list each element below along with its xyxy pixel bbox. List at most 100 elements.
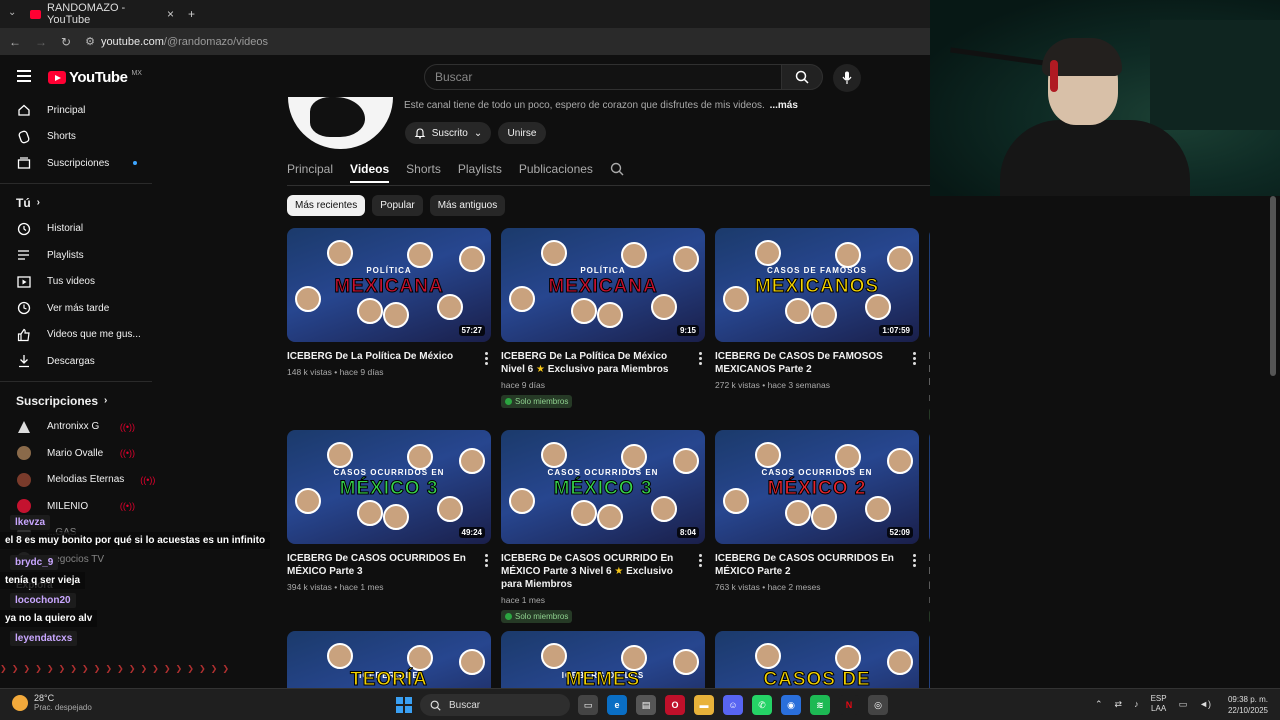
display-icon[interactable]: ▭ [1179,699,1188,710]
tab-publicaciones[interactable]: Publicaciones [519,157,593,183]
chip-popular[interactable]: Popular [372,195,423,216]
sidebar-channel-mario-ovalle[interactable]: Mario Ovalle ((•)) [0,440,155,467]
tab-videos[interactable]: Videos [350,157,390,183]
sidebar-you-heading[interactable]: Tú › [0,190,155,216]
store-icon[interactable]: ▤ [636,695,656,715]
more-actions-icon[interactable] [697,352,703,365]
tab-shorts[interactable]: Shorts [406,157,441,183]
taskbar-clock[interactable]: 09:38 p. m. 22/10/2025 [1224,694,1268,716]
discord-icon[interactable]: ☺ [723,695,743,715]
video-thumbnail[interactable]: POLÍTICA MEXICANA 9:15 [501,228,705,342]
sidebar-item-label: Shorts [47,131,76,143]
description-more-link[interactable]: ...más [770,100,798,111]
voice-search-button[interactable] [833,64,861,92]
thumbnail-face [541,240,567,266]
video-thumbnail[interactable]: CASOS OCURRIDOS EN MÉXICO 2 52:09 [715,430,919,544]
video-title-suffix: Exclusivo para Miembros [547,364,669,375]
video-card[interactable]: POLÍTICA MEXICANA 9:15 ICEBERG De La Políti… [501,228,705,410]
reload-icon[interactable]: ↻ [61,35,71,49]
more-actions-icon[interactable] [697,554,703,567]
whatsapp-icon[interactable]: ✆ [752,695,772,715]
more-actions-icon[interactable] [911,352,917,365]
video-title[interactable]: ICEBERG De La Política De México Nivel 6… [501,350,685,376]
tab-close-icon[interactable]: × [167,7,174,21]
taskbar-search[interactable]: Buscar [420,694,570,716]
spotify-icon[interactable]: ≋ [810,695,830,715]
youtube-logo[interactable]: YouTube MX [48,69,142,86]
sidebar-item-downloads[interactable]: Descargas [0,348,155,375]
video-thumbnail[interactable]: POLÍTICA MEXICANA 57:27 [287,228,491,342]
channel-avatar[interactable] [288,97,393,149]
new-tab-button[interactable]: + [188,7,195,21]
chevron-down-icon: ⌄ [473,127,483,139]
playlists-icon [17,248,31,262]
sidebar-item-your-videos[interactable]: Tus videos [0,269,155,296]
video-thumbnail[interactable]: CASOS DE FAMOSOS MEXICANOS 1:07:59 [715,228,919,342]
search-button[interactable] [781,64,823,90]
channel-search-button[interactable] [610,157,624,183]
more-actions-icon[interactable] [483,352,489,365]
tab-playlists[interactable]: Playlists [458,157,502,183]
clock-date: 22/10/2025 [1227,706,1268,715]
video-title[interactable]: ICEBERG De CASOS OCURRIDOS En MÉXICO Par… [715,552,899,578]
sidebar-channel-antronixx[interactable]: Antronixx G ((•)) [0,414,155,441]
sidebar-item-shorts[interactable]: Shorts [0,124,155,151]
video-card[interactable]: CASOS OCURRIDOS EN MÉXICO 3 8:04 ICEBERG De… [501,430,705,625]
thumbnail-face [755,643,781,669]
video-title[interactable]: ICEBERG De La Política De México [287,350,471,363]
hamburger-menu-icon[interactable] [17,70,31,82]
site-info-icon[interactable]: ⚙ [85,35,95,48]
join-button[interactable]: Unirse [498,122,546,144]
video-card[interactable]: CASOS OCURRIDOS EN MÉXICO 2 52:09 ICEBERG D… [715,430,919,592]
sidebar-subscriptions-heading[interactable]: Suscripciones › [0,388,155,414]
sidebar-item-label: MILENIO [47,500,89,512]
chip-most-recent[interactable]: Más recientes [287,195,366,216]
chat-message: ya no la quiero alv [0,610,400,627]
volume-icon[interactable]: ◄) [1199,699,1211,709]
live-icon: ((•)) [119,448,135,459]
video-thumbnail[interactable]: CASOS OCURRIDOS EN MÉXICO 3 8:04 [501,430,705,544]
video-title[interactable]: ICEBERG De CASOS De FAMOSOS MEXICANOS Pa… [715,350,899,376]
network-icon[interactable]: ⇄ [1115,699,1123,710]
sidebar-item-playlists[interactable]: Playlists [0,242,155,269]
netflix-icon[interactable]: N [839,695,859,715]
video-card[interactable]: CASOS DE FAMOSOS MEXICANOS 1:07:59 ICEBERG … [715,228,919,390]
sidebar-item-history[interactable]: Historial [0,216,155,243]
webcam-overlay [930,0,1280,196]
subscribed-button[interactable]: Suscrito ⌄ [405,122,491,144]
channel-description[interactable]: Este canal tiene de todo un poco, espero… [404,100,798,111]
browser-tab[interactable]: RANDOMAZO - YouTube × [22,0,182,28]
badge-label: Solo miembros [515,612,569,621]
task-view-icon[interactable]: ▭ [578,695,598,715]
video-title[interactable]: ICEBERG De CASOS OCURRIDO En MÉXICO Part… [501,552,685,591]
more-actions-icon[interactable] [483,554,489,567]
language-indicator[interactable]: ESP LAA [1151,694,1167,714]
back-icon[interactable]: ← [9,35,21,49]
thumbnail-headline: MEXICANOS [754,276,880,298]
chat-message: tenía q ser vieja [0,572,400,589]
tab-principal[interactable]: Principal [287,157,333,183]
search-input[interactable]: Buscar [424,64,782,90]
windows-start-icon[interactable] [396,697,412,713]
tab-list-chevron-icon[interactable]: ⌄ [8,7,16,18]
obs-icon[interactable]: ◎ [868,695,888,715]
chip-oldest[interactable]: Más antiguos [429,195,506,216]
file-explorer-icon[interactable]: ▬ [694,695,714,715]
sidebar-item-principal[interactable]: Principal [0,97,155,124]
tray-overflow-icon[interactable]: ⌃ [1095,699,1103,710]
weather-widget[interactable]: 28°C Prac. despejado [12,693,92,712]
page-scrollbar[interactable] [1270,196,1276,376]
sidebar-item-subscriptions[interactable]: Suscripciones [0,150,155,177]
mic-tray-icon[interactable]: ♪ [1134,699,1139,709]
sidebar-item-liked[interactable]: Videos que me gus... [0,322,155,349]
sidebar-channel-melodias-eternas[interactable]: Melodias Eternas ((•)) [0,467,155,494]
sidebar-item-watch-later[interactable]: Ver más tarde [0,295,155,322]
forward-icon[interactable]: → [35,35,47,49]
video-card[interactable]: POLÍTICA MEXICANA 57:27 ICEBERG De La Polít… [287,228,491,377]
members-icon [505,613,512,620]
opera-icon[interactable]: O [665,695,685,715]
address-bar[interactable]: ⚙ youtube.com/@randomazo/videos [85,35,268,49]
chrome-icon[interactable]: ◉ [781,695,801,715]
edge-icon[interactable]: e [607,695,627,715]
more-actions-icon[interactable] [911,554,917,567]
